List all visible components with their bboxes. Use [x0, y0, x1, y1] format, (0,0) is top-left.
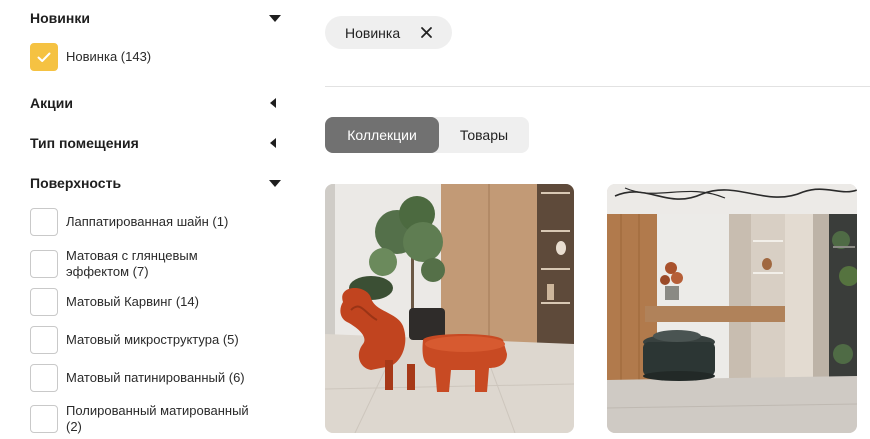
- caret-left-icon[interactable]: [270, 98, 276, 108]
- section-title: Поверхность: [30, 175, 122, 191]
- filter-option[interactable]: Матовый Карвинг (14): [30, 288, 282, 316]
- section-title: Новинки: [30, 10, 90, 26]
- checkbox[interactable]: [30, 250, 58, 278]
- caret-left-icon[interactable]: [270, 138, 276, 148]
- option-label-line: Полированный матированный: [66, 403, 249, 418]
- interior-orange-lounge-chair-image: [325, 184, 574, 433]
- option-label-line: эффектом (7): [66, 264, 149, 279]
- caret-down-icon[interactable]: [269, 179, 281, 187]
- interior-hallway-dark-ottoman-image: [607, 184, 857, 433]
- filter-section-tip-pomescheniya[interactable]: Тип помещения: [30, 133, 282, 153]
- checkbox[interactable]: [30, 326, 58, 354]
- option-label: Матовая с глянцевым эффектом (7): [66, 248, 198, 280]
- filter-section-aktsii[interactable]: Акции: [30, 93, 282, 113]
- option-label: Новинка (143): [66, 49, 152, 64]
- divider: [325, 86, 870, 87]
- filter-option[interactable]: Полированный матированный (2): [30, 403, 282, 435]
- checkbox[interactable]: [30, 288, 58, 316]
- chip-label: Новинка: [345, 24, 401, 41]
- active-filter-chip[interactable]: Новинка: [325, 16, 452, 49]
- checkbox[interactable]: [30, 364, 58, 392]
- checkbox[interactable]: [30, 208, 58, 236]
- option-label-line: Матовая с глянцевым: [66, 248, 198, 263]
- check-icon: [37, 52, 51, 62]
- tab-products[interactable]: Товары: [439, 117, 529, 153]
- option-label: Полированный матированный (2): [66, 403, 249, 435]
- filter-section-poverkhnost[interactable]: Поверхность: [30, 173, 282, 193]
- close-icon[interactable]: [420, 26, 433, 39]
- view-toggle: Коллекции Товары: [325, 117, 529, 153]
- option-label: Лаппатированная шайн (1): [66, 214, 229, 229]
- option-label: Матовый микроструктура (5): [66, 332, 239, 347]
- caret-down-icon[interactable]: [269, 14, 281, 22]
- checkbox[interactable]: [30, 405, 58, 433]
- collection-card[interactable]: [607, 184, 857, 433]
- section-title: Акции: [30, 95, 73, 111]
- filter-option[interactable]: Лаппатированная шайн (1): [30, 208, 282, 236]
- option-label: Матовый Карвинг (14): [66, 294, 199, 309]
- filter-section-novinki[interactable]: Новинки: [30, 8, 282, 28]
- option-label: Матовый патинированный (6): [66, 370, 245, 385]
- option-label-line: (2): [66, 419, 82, 434]
- tab-collections[interactable]: Коллекции: [325, 117, 439, 153]
- filter-option[interactable]: Матовый патинированный (6): [30, 364, 282, 392]
- collection-card[interactable]: [325, 184, 574, 433]
- filter-option[interactable]: Матовый микроструктура (5): [30, 326, 282, 354]
- filter-option-novinka[interactable]: Новинка (143): [30, 43, 282, 71]
- checkbox-checked[interactable]: [30, 43, 58, 71]
- filter-option[interactable]: Матовая с глянцевым эффектом (7): [30, 248, 282, 280]
- section-title: Тип помещения: [30, 135, 139, 151]
